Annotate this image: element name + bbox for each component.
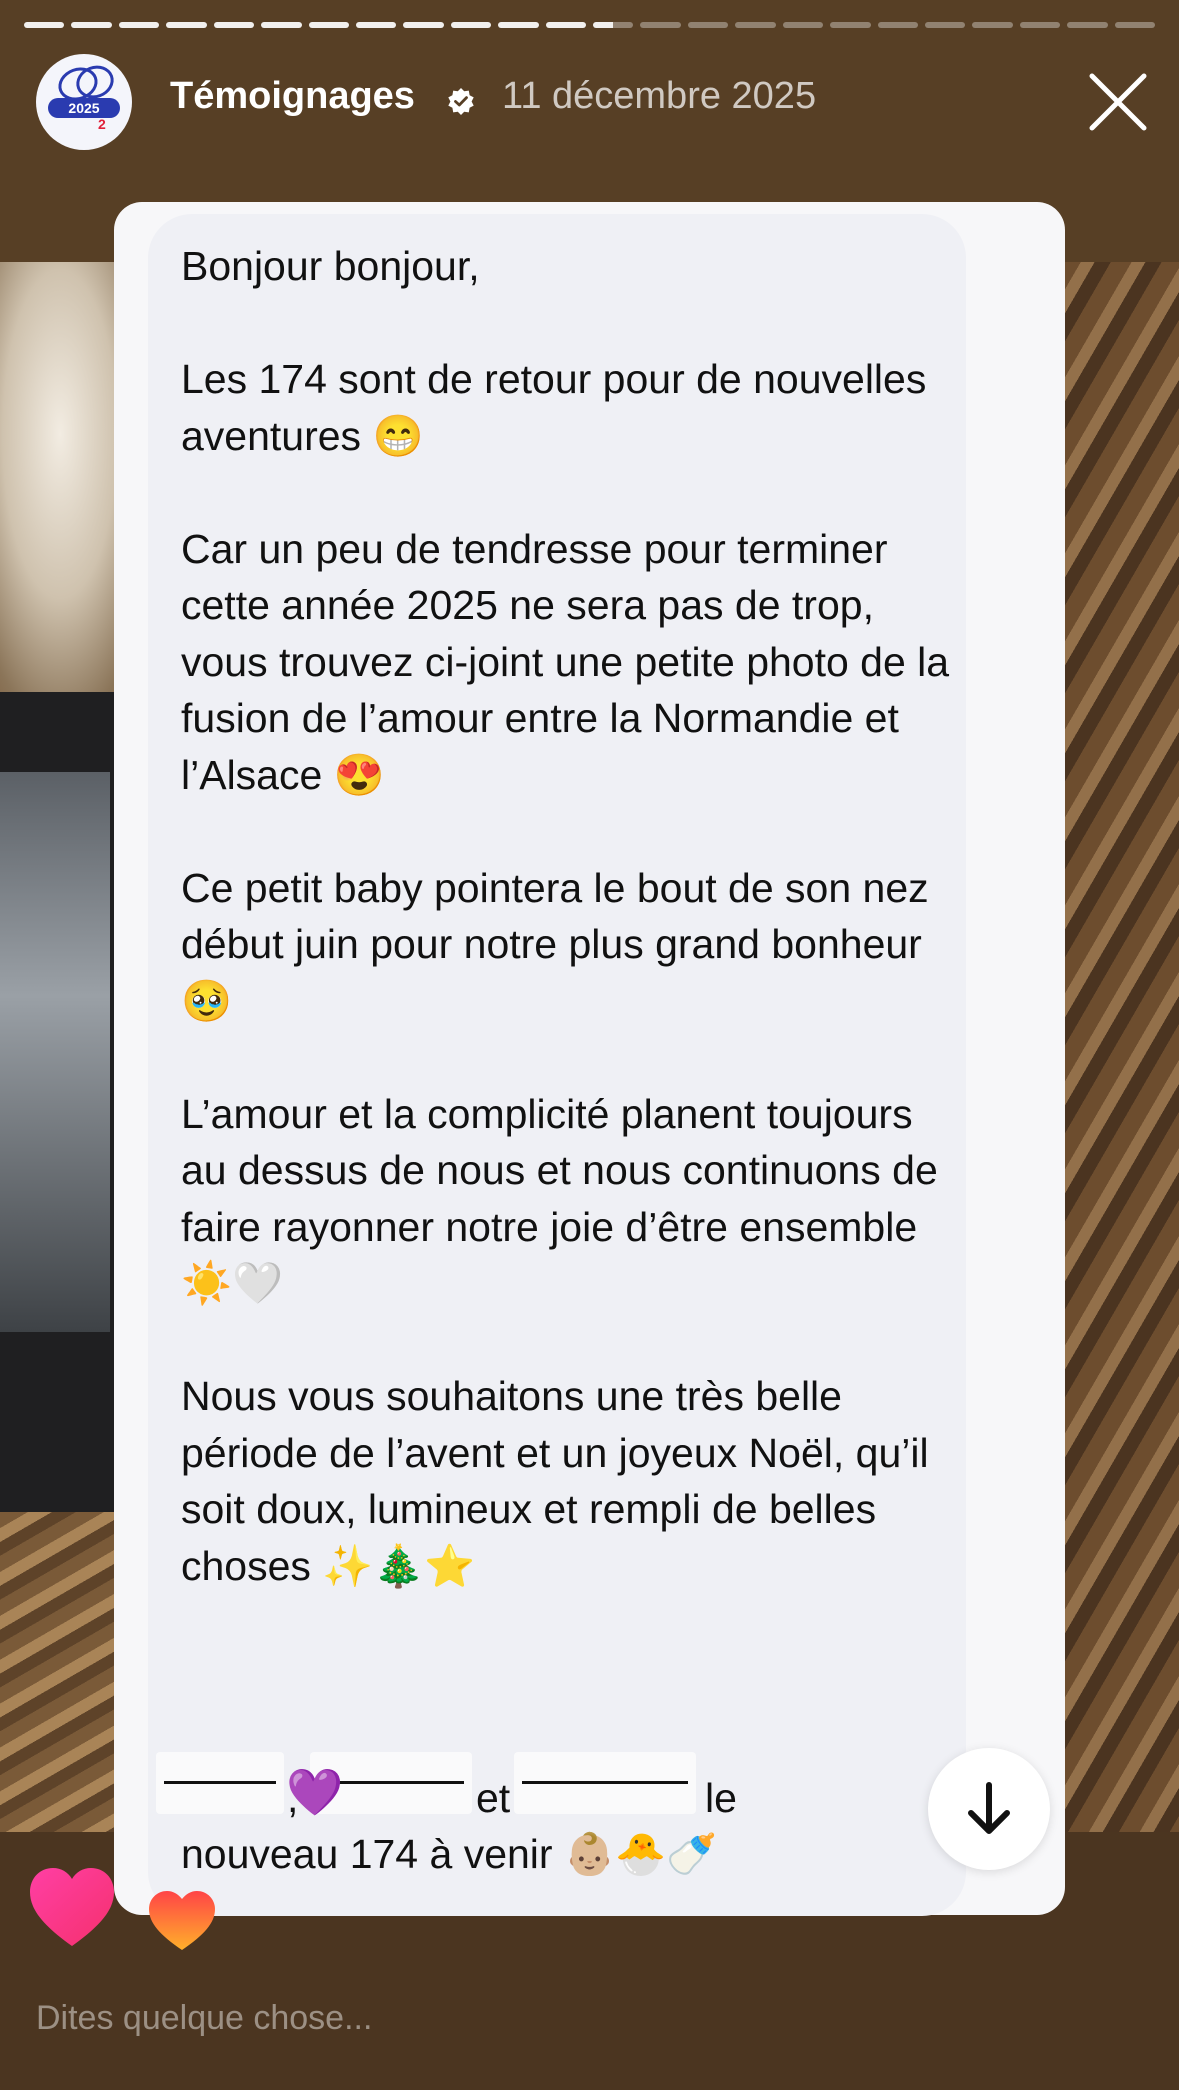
message-paragraph: Car un peu de tendresse pour terminer ce…: [181, 525, 950, 798]
progress-segment: [213, 22, 255, 28]
redacted-name-1: [156, 1752, 284, 1814]
progress-segment: [735, 22, 776, 28]
heart-reaction-icon[interactable]: [26, 1862, 118, 1954]
progress-segment: [1067, 22, 1108, 28]
progress-segment: [166, 22, 207, 28]
close-icon[interactable]: [1086, 70, 1150, 134]
post-date: 11 décembre 2025: [502, 75, 817, 117]
verified-badge-icon: [448, 88, 474, 115]
progress-segment: [925, 22, 966, 28]
progress-segment: [830, 22, 871, 28]
progress-segment: [24, 22, 65, 28]
progress-segment: [355, 22, 397, 28]
message-paragraph: Nous vous souhaitons une très belle péri…: [181, 1373, 929, 1589]
photo-ultrasound-image: [0, 772, 110, 1332]
progress-segment: [498, 22, 539, 28]
avatar[interactable]: 2025 2: [36, 54, 132, 150]
progress-segment: [640, 22, 681, 28]
signature-le: le: [705, 1775, 737, 1821]
redacted-name-3: [514, 1752, 696, 1814]
progress-segment: [545, 22, 587, 28]
story-progress-bar: [24, 22, 1156, 28]
message-body: Bonjour bonjour, Les 174 sont de retour …: [181, 238, 951, 1594]
message-paragraph: Les 174 sont de retour pour de nouvelles…: [181, 356, 927, 459]
progress-segment: [261, 22, 302, 28]
account-name[interactable]: Témoignages: [170, 74, 415, 118]
reply-input[interactable]: Dites quelque chose...: [36, 1996, 372, 2040]
progress-segment: [450, 22, 492, 28]
progress-segment: [1114, 22, 1156, 28]
purple-heart-icon: 💜: [286, 1766, 344, 1818]
progress-segment: [972, 22, 1013, 28]
progress-segment: [403, 22, 444, 28]
progress-segment: [118, 22, 160, 28]
photo-wood-left: [0, 1512, 130, 1832]
message-paragraph: Bonjour bonjour,: [181, 243, 480, 289]
progress-segment: [71, 22, 112, 28]
arrow-down-icon: [968, 1782, 1010, 1834]
heart-reaction-small-icon[interactable]: [146, 1888, 218, 1954]
progress-segment: [1019, 22, 1061, 28]
progress-segment: [308, 22, 349, 28]
progress-segment: [877, 22, 919, 28]
progress-segment: [782, 22, 824, 28]
avatar-small-label: 2: [98, 116, 106, 132]
scroll-down-button[interactable]: [928, 1748, 1050, 1870]
photo-wood-right: [1060, 262, 1179, 1832]
message-paragraph: Ce petit baby pointera le bout de son ne…: [181, 864, 929, 1024]
message-paragraph: L’amour et la complicité planent toujour…: [181, 1090, 938, 1307]
avatar-year: 2025: [48, 98, 120, 118]
signature-last-line: nouveau 174 à venir 👶🏼🐣🍼: [181, 1831, 718, 1877]
signature-et: et: [476, 1775, 511, 1821]
progress-segment: [593, 22, 634, 28]
progress-segment: [687, 22, 729, 28]
